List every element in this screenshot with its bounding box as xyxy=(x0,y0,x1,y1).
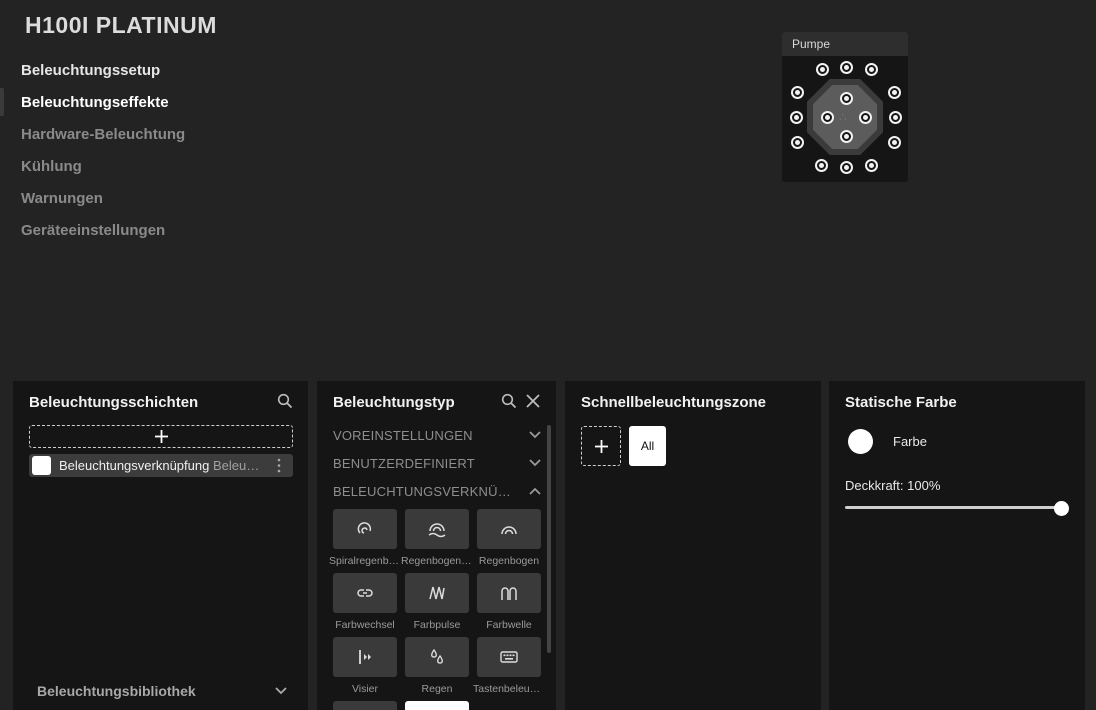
effect-label: Farbpulse xyxy=(413,619,461,631)
add-layer-button[interactable] xyxy=(29,425,293,448)
effect-spiral-rainbow[interactable] xyxy=(333,509,397,549)
nav-item-hardware-lighting[interactable]: Hardware-Beleuchtung xyxy=(21,124,185,156)
led-10[interactable] xyxy=(815,159,828,172)
led-4[interactable] xyxy=(791,86,804,99)
effect-rainbow[interactable] xyxy=(477,509,541,549)
add-zone-button[interactable] xyxy=(581,426,621,466)
led-9[interactable] xyxy=(888,136,901,149)
led-1[interactable] xyxy=(816,63,829,76)
visor-icon xyxy=(359,650,371,664)
nav-item-warnings[interactable]: Warnungen xyxy=(21,188,185,220)
effect-color-shift[interactable] xyxy=(333,573,397,613)
panel-title: Schnellbeleuchtungszone xyxy=(581,394,767,411)
corsair-logo-icon: ∴ xyxy=(839,110,847,124)
chevron-down-icon xyxy=(275,687,287,695)
led-16[interactable] xyxy=(840,130,853,143)
led-8[interactable] xyxy=(791,136,804,149)
color-swatch[interactable] xyxy=(848,429,873,454)
pump-preview-label: Pumpe xyxy=(782,32,908,56)
section-presets[interactable]: VOREINSTELLUNGEN xyxy=(333,428,541,448)
color-wave-icon xyxy=(501,587,517,600)
effects-scrollbar[interactable] xyxy=(547,425,551,653)
plus-icon xyxy=(155,430,168,443)
panel-title: Beleuchtungsschichten xyxy=(29,394,199,411)
plus-icon xyxy=(595,440,608,453)
quick-lighting-zone-panel: Schnellbeleuchtungszone All xyxy=(565,381,821,710)
opacity-slider-thumb[interactable] xyxy=(1053,501,1069,516)
effect-rain[interactable] xyxy=(405,637,469,677)
panel-title: Statische Farbe xyxy=(845,394,957,411)
effect-label: Regen xyxy=(421,683,453,695)
color-label: Farbe xyxy=(893,434,927,449)
effect-label: Regenbogen xyxy=(478,555,540,567)
effect-tile-partial[interactable] xyxy=(333,701,397,710)
layer-color-swatch xyxy=(32,456,51,475)
effect-tile-partial-selected[interactable] xyxy=(405,701,469,710)
effect-label: Regenbogenwelle xyxy=(401,555,473,567)
sidebar-nav: Beleuchtungssetup Beleuchtungseffekte Ha… xyxy=(21,60,185,252)
led-13[interactable] xyxy=(840,92,853,105)
chevron-down-icon xyxy=(529,431,541,439)
lighting-library-toggle[interactable]: Beleuchtungsbibliothek xyxy=(37,683,287,701)
effect-key-lighting[interactable] xyxy=(477,637,541,677)
led-7[interactable] xyxy=(889,111,902,124)
layer-name: Beleuchtungsverknüpfung xyxy=(59,458,210,473)
chevron-down-icon xyxy=(529,459,541,467)
section-label: BENUTZERDEFINIERT xyxy=(333,456,475,471)
panel-title: Beleuchtungstyp xyxy=(333,394,455,411)
static-color-panel: Statische Farbe Farbe Deckkraft: 100% xyxy=(829,381,1085,710)
keyboard-icon xyxy=(500,651,518,663)
pump-preview[interactable]: Pumpe ∴ xyxy=(782,32,908,182)
led-5[interactable] xyxy=(888,86,901,99)
opacity-label: Deckkraft: 100% xyxy=(845,478,941,493)
close-icon[interactable] xyxy=(525,393,543,411)
active-nav-indicator xyxy=(0,88,4,116)
effect-rainbow-wave[interactable] xyxy=(405,509,469,549)
led-15[interactable] xyxy=(859,111,872,124)
search-icon[interactable] xyxy=(501,393,519,411)
nav-item-device-settings[interactable]: Geräteeinstellungen xyxy=(21,220,185,252)
lighting-layers-panel: Beleuchtungsschichten Beleuchtungsverknü… xyxy=(13,381,308,710)
effect-color-wave[interactable] xyxy=(477,573,541,613)
effect-label: Tastenbeleuchtung xyxy=(473,683,545,695)
rain-icon xyxy=(431,648,443,664)
spiral-rainbow-icon xyxy=(357,522,372,534)
layer-row[interactable]: Beleuchtungsverknüpfung Beleuchtungsverk… xyxy=(29,454,293,477)
opacity-slider-track[interactable] xyxy=(845,506,1061,509)
section-label: VOREINSTELLUNGEN xyxy=(333,428,473,443)
section-label: BELEUCHTUNGSVERKNÜPFUNG xyxy=(333,484,517,499)
app-title: H100I PLATINUM xyxy=(25,12,217,38)
nav-item-cooling[interactable]: Kühlung xyxy=(21,156,185,188)
rainbow-icon xyxy=(501,526,517,535)
rainbow-wave-icon xyxy=(428,523,446,538)
color-pulse-icon xyxy=(429,586,445,600)
effect-label: Visier xyxy=(351,683,379,695)
pump-preview-body: ∴ xyxy=(782,56,908,182)
nav-item-lighting-effects[interactable]: Beleuchtungseffekte xyxy=(21,92,185,124)
more-vertical-icon[interactable] xyxy=(273,457,285,474)
library-label: Beleuchtungsbibliothek xyxy=(37,683,196,699)
led-2[interactable] xyxy=(840,61,853,74)
lighting-type-panel: Beleuchtungstyp VOREINSTELLUNGEN BENUTZE… xyxy=(317,381,556,710)
nav-item-lighting-setup[interactable]: Beleuchtungssetup xyxy=(21,60,185,92)
zone-all-button[interactable]: All xyxy=(629,426,666,466)
color-shift-icon xyxy=(357,589,373,597)
effect-label: Spiralregenbogen xyxy=(329,555,401,567)
section-custom[interactable]: BENUTZERDEFINIERT xyxy=(333,456,541,476)
led-12[interactable] xyxy=(865,159,878,172)
chevron-up-icon xyxy=(529,487,541,495)
layer-type: Beleuchtungsverknüpfung xyxy=(213,458,265,473)
search-icon[interactable] xyxy=(277,393,295,411)
effect-label: Farbwelle xyxy=(486,619,532,631)
led-3[interactable] xyxy=(865,63,878,76)
effect-label: Farbwechsel xyxy=(335,619,395,631)
led-14[interactable] xyxy=(821,111,834,124)
led-11[interactable] xyxy=(840,161,853,174)
effect-color-pulse[interactable] xyxy=(405,573,469,613)
led-6[interactable] xyxy=(790,111,803,124)
effect-visor[interactable] xyxy=(333,637,397,677)
section-lighting-link[interactable]: BELEUCHTUNGSVERKNÜPFUNG xyxy=(333,484,541,504)
